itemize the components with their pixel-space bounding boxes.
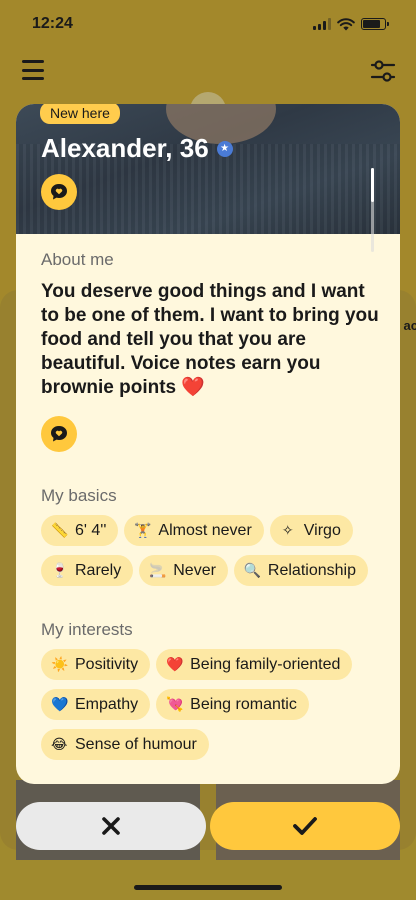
battery-icon [361, 18, 389, 30]
zodiac-icon: ✧ [281, 522, 294, 538]
heart-arrow-icon: 💘 [166, 696, 184, 712]
pass-button[interactable] [16, 802, 206, 850]
like-button[interactable] [210, 802, 400, 850]
interest-chip-humour: 😂 Sense of humour [41, 729, 209, 760]
basic-chip-smoking: 🚬 Never [139, 555, 228, 586]
profile-name: Alexander, 36 ★ [41, 133, 233, 164]
sun-icon: ☀️ [51, 656, 69, 672]
dumbbell-icon: 🏋 [134, 522, 152, 538]
blue-heart-icon: 💙 [51, 696, 69, 712]
photo-scrollbar [371, 168, 374, 252]
about-text: You deserve good things and I want to be… [41, 281, 379, 398]
interests-row-1: ☀️ Positivity ❤️ Being family-oriented [41, 649, 353, 680]
interest-chip-positivity: ☀️ Positivity [41, 649, 151, 680]
laughing-face-icon: 😂 [51, 736, 68, 752]
close-icon [102, 817, 120, 835]
basic-chip-exercise: 🏋 Almost never [124, 515, 264, 546]
background-side-text: ac [403, 318, 416, 333]
check-icon [293, 817, 317, 835]
signal-icon [313, 18, 331, 30]
wifi-icon [337, 17, 355, 30]
interests-title: My interests [41, 620, 133, 639]
red-heart-icon: ❤️ [166, 656, 184, 672]
status-time: 12:24 [32, 15, 73, 32]
profile-name-text: Alexander, 36 [41, 133, 209, 163]
chat-heart-icon [51, 426, 67, 442]
new-here-badge: New here [40, 104, 120, 124]
chat-heart-icon [51, 184, 67, 200]
basics-row-2: 🍷 Rarely 🚬 Never 🔍 Relationship [41, 555, 368, 586]
compliment-button[interactable] [41, 174, 77, 210]
search-icon: 🔍 [243, 562, 262, 578]
basic-chip-looking-for: 🔍 Relationship [233, 555, 368, 586]
filter-icon[interactable] [370, 58, 396, 84]
basic-chip-zodiac: ✧ Virgo [269, 515, 353, 546]
interest-chip-family: ❤️ Being family-oriented [156, 649, 353, 680]
basics-title: My basics [41, 486, 117, 505]
about-title: About me [41, 250, 114, 269]
interests-row-3: 😂 Sense of humour [41, 729, 209, 760]
interest-chip-romantic: 💘 Being romantic [156, 689, 309, 720]
basics-row-1: 📏 6' 4'' 🏋 Almost never ✧ Virgo [41, 515, 353, 546]
basic-chip-height: 📏 6' 4'' [41, 515, 119, 546]
profile-card[interactable]: New here Alexander, 36 ★ About me You de… [16, 104, 400, 784]
basic-chip-drinking: 🍷 Rarely [41, 555, 134, 586]
about-compliment-button[interactable] [41, 416, 77, 452]
drink-icon: 🍷 [51, 562, 69, 578]
verified-star-icon: ★ [216, 140, 233, 157]
interest-chip-empathy: 💙 Empathy [41, 689, 151, 720]
smoking-icon: 🚬 [149, 562, 167, 578]
status-icons [313, 17, 389, 31]
status-bar: 12:24 [0, 0, 416, 48]
interests-row-2: 💙 Empathy 💘 Being romantic [41, 689, 309, 720]
ruler-icon: 📏 [51, 522, 69, 538]
home-indicator[interactable] [134, 885, 282, 890]
menu-icon[interactable] [22, 60, 44, 80]
